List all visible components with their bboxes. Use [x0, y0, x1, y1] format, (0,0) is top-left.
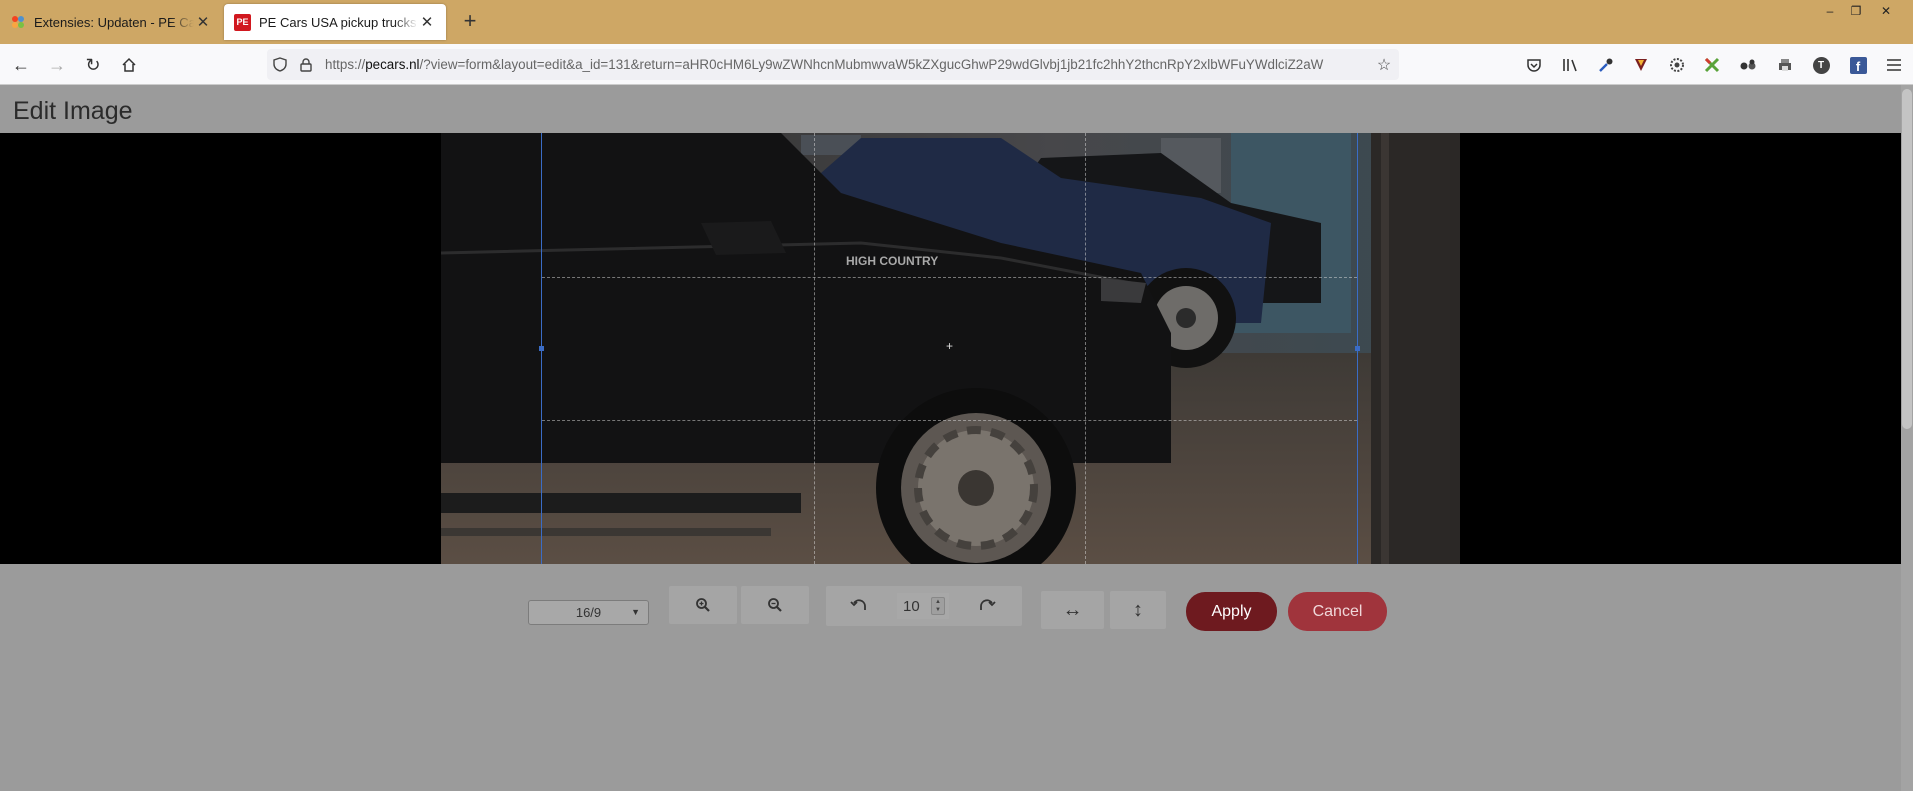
browser-nav-bar: ← → ↻ https://pecars.nl/?view=form&layou… [0, 44, 1913, 85]
pecars-favicon-icon: PE [234, 13, 251, 31]
crop-grid-line [542, 276, 1357, 278]
joomla-favicon-icon [10, 14, 26, 30]
crop-grid-line [1085, 133, 1087, 564]
aspect-ratio-value: 16/9 [575, 605, 602, 620]
puzzle-icon[interactable] [1702, 55, 1722, 75]
page-title: Edit Image [13, 97, 133, 125]
rotate-left-icon [850, 599, 866, 610]
tracking-shield-icon[interactable] [267, 57, 293, 72]
minimize-button[interactable]: – [1820, 4, 1840, 18]
chevron-down-icon: ▼ [631, 607, 640, 617]
tab-close-icon[interactable]: ✕ [194, 13, 212, 31]
scrollbar-thumb[interactable] [1902, 89, 1912, 429]
rotate-right-button[interactable] [960, 586, 1014, 624]
crop-handle-right[interactable] [1355, 346, 1360, 351]
zoom-out-button[interactable] [741, 586, 809, 624]
crop-center-icon: + [946, 339, 954, 353]
aspect-ratio-select[interactable]: 16/9 ▼ [528, 600, 649, 625]
page-scrollbar[interactable] [1901, 85, 1913, 791]
url-text[interactable]: https://pecars.nl/?view=form&layout=edit… [319, 57, 1369, 72]
vivaldi-icon[interactable] [1631, 55, 1651, 75]
arrow-left-icon: ← [12, 54, 30, 75]
lock-icon[interactable] [293, 57, 319, 72]
back-button[interactable]: ← [9, 53, 33, 77]
zoom-in-button[interactable] [669, 586, 737, 624]
address-bar[interactable]: https://pecars.nl/?view=form&layout=edit… [267, 49, 1399, 80]
flip-vertical-icon: ↕ [1133, 598, 1143, 621]
facebook-initial: f [1849, 56, 1867, 74]
image-crop-area[interactable]: HIGH COUNTRY + [0, 133, 1901, 564]
flip-vertical-button[interactable]: ↕ [1110, 591, 1166, 629]
rotate-left-button[interactable] [832, 586, 886, 624]
edit-image-page: Edit Image HIGH COUNTRY + 16/9 ▼ 10 ▲ ▼ … [0, 85, 1913, 791]
library-icon[interactable] [1561, 55, 1581, 75]
zoom-out-icon [768, 598, 782, 612]
browser-tab-strip: Extensies: Updaten - PE Cars - B ✕ PE PE… [0, 0, 1913, 44]
rotate-right-icon [980, 599, 996, 610]
reload-button[interactable]: ↻ [81, 53, 105, 77]
account-initial: T [1812, 56, 1830, 74]
tab-title: Extensies: Updaten - PE Cars - B [34, 14, 194, 30]
gear-icon[interactable] [1667, 55, 1687, 75]
facebook-icon[interactable]: f [1848, 55, 1868, 75]
menu-icon[interactable] [1884, 55, 1904, 75]
reload-icon: ↻ [85, 54, 101, 75]
url-path: /?view=form&layout=edit&a_id=131&return=… [419, 57, 1324, 72]
rotate-degrees-input[interactable]: 10 ▲ ▼ [897, 593, 949, 619]
crop-grid-line [813, 133, 815, 564]
flip-horizontal-button[interactable]: ↔ [1041, 591, 1104, 629]
flip-horizontal-icon: ↔ [1062, 598, 1083, 621]
crop-selection-box[interactable]: + [539, 133, 1360, 564]
apply-button[interactable]: Apply [1186, 592, 1277, 631]
spinner-arrows-icon[interactable]: ▲ ▼ [931, 597, 945, 615]
restore-button[interactable]: ❐ [1846, 4, 1866, 18]
crop-grid-line [542, 420, 1357, 422]
eyedropper-icon[interactable] [1596, 55, 1616, 75]
tab-title: PE Cars USA pickup trucks Nieuw [259, 14, 418, 30]
zoom-in-icon [696, 598, 710, 612]
arrow-right-icon: → [48, 54, 66, 75]
close-window-button[interactable]: ✕ [1876, 4, 1896, 18]
printer-icon[interactable] [1775, 55, 1795, 75]
pocket-icon[interactable] [1524, 55, 1544, 75]
home-button[interactable] [117, 53, 141, 77]
browser-tab-pecars[interactable]: PE PE Cars USA pickup trucks Nieuw ✕ [224, 4, 446, 40]
tab-close-icon[interactable]: ✕ [418, 13, 436, 31]
glasses-icon[interactable] [1738, 55, 1758, 75]
url-host: pecars.nl [365, 57, 420, 72]
home-icon [122, 57, 136, 72]
url-prefix: https:// [325, 57, 366, 72]
crop-handle-left[interactable] [539, 346, 544, 351]
account-icon[interactable]: T [1811, 55, 1831, 75]
bookmark-star-icon[interactable]: ☆ [1369, 55, 1399, 75]
cancel-button[interactable]: Cancel [1288, 592, 1387, 631]
new-tab-button[interactable]: + [458, 8, 482, 34]
rotate-degrees-value: 10 [903, 597, 920, 615]
browser-tab-extensies[interactable]: Extensies: Updaten - PE Cars - B ✕ [0, 4, 222, 40]
forward-button[interactable]: → [45, 53, 69, 77]
